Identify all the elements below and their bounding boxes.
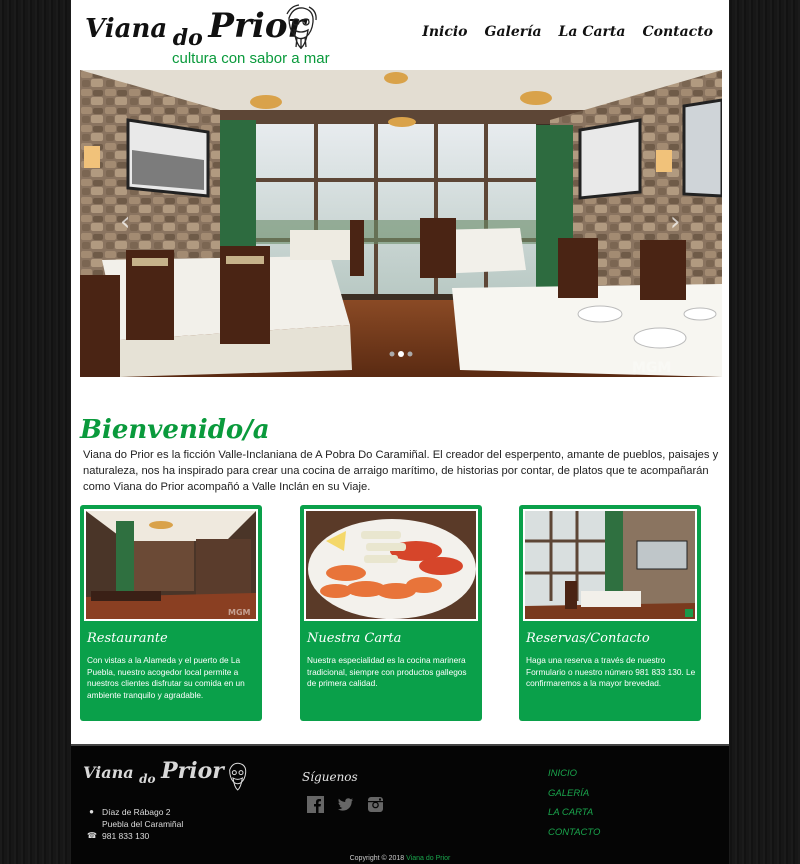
twitter-icon[interactable] (337, 796, 354, 813)
address-line-2: Puebla del Caramiñal (102, 819, 184, 829)
page-container: Viana do Prior cultura con sabor a mar I… (71, 0, 729, 744)
footer-logo[interactable]: Viana do Prior (83, 758, 224, 786)
main-nav: Inicio Galería La Carta Contacto (422, 24, 713, 40)
card-image-reservas (523, 509, 697, 621)
footer-link-la-carta[interactable]: LA CARTA (548, 803, 600, 823)
footer-portrait-icon (229, 762, 247, 791)
logo-word-2: do (172, 25, 203, 51)
card-text: Nuestra especialidad es la cocina marine… (307, 655, 467, 688)
copyright-link[interactable]: Viana do Prior (406, 855, 450, 862)
card-title: Reservas/Contacto (526, 631, 650, 646)
phone-icon: ☎ (87, 831, 97, 840)
card-nuestra-carta[interactable]: Nuestra Carta Nuestra especialidad es la… (300, 505, 482, 721)
nav-galeria[interactable]: Galería (485, 24, 542, 40)
facebook-icon[interactable] (307, 796, 324, 813)
card-restaurante[interactable]: MGM Restaurante Con vistas a la Alameda … (80, 505, 262, 721)
card-title: Nuestra Carta (307, 631, 402, 646)
svg-text:›: › (670, 207, 680, 237)
copyright: Copyright © 2018 Viana do Prior (349, 855, 451, 862)
card-image-carta (304, 509, 478, 621)
footer-link-galeria[interactable]: GALERÍA (548, 784, 600, 804)
footer-address: ● Díaz de Rábago 2 Puebla del Caramiñal ☎… (87, 806, 183, 842)
card-text: Con vistas a la Alameda y el puerto de L… (87, 655, 245, 700)
dining-room-photo: ‹ › MGM (80, 70, 722, 377)
social-links (307, 796, 384, 813)
nav-inicio[interactable]: Inicio (422, 24, 467, 40)
instagram-icon[interactable] (367, 796, 384, 813)
card-reservas-contacto[interactable]: Reservas/Contacto Haga una reserva a tra… (519, 505, 701, 721)
footer-link-contacto[interactable]: CONTACTO (548, 823, 600, 843)
footer-link-inicio[interactable]: INICIO (548, 764, 600, 784)
map-pin-icon: ● (89, 807, 94, 816)
svg-text:MGM: MGM (632, 360, 671, 376)
nav-contacto[interactable]: Contacto (642, 24, 713, 40)
site-footer: Viana do Prior ● Díaz de Rábago 2 Puebla … (71, 744, 729, 864)
svg-text:MGM: MGM (228, 608, 251, 617)
card-image-restaurante: MGM (84, 509, 258, 621)
welcome-title: Bienvenido/a (80, 415, 270, 446)
address-line-1: Díaz de Rábago 2 (102, 807, 171, 817)
tagline: cultura con sabor a mar (172, 50, 330, 67)
slider-dots[interactable] (388, 350, 416, 358)
logo-word-1: Viana (85, 14, 168, 44)
hero-slider[interactable]: ‹ › MGM (80, 70, 722, 377)
welcome-text: Viana do Prior es la ficción Valle-Incla… (83, 449, 719, 494)
footer-nav: INICIO GALERÍA LA CARTA CONTACTO (548, 764, 600, 842)
valle-inclan-portrait-icon (286, 4, 317, 49)
follow-label: Síguenos (302, 770, 358, 784)
card-title: Restaurante (87, 631, 168, 646)
phone-number[interactable]: 981 833 130 (102, 830, 149, 842)
card-text: Haga una reserva a través de nuestro For… (526, 655, 696, 688)
svg-text:‹: ‹ (120, 207, 130, 237)
nav-la-carta[interactable]: La Carta (559, 24, 626, 40)
